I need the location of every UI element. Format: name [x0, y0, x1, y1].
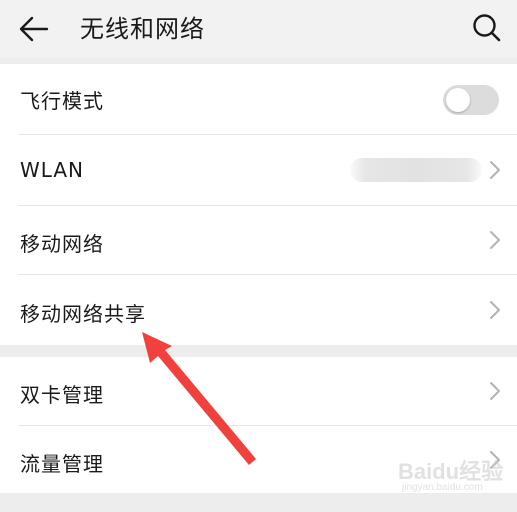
- wlan-label: WLAN: [20, 158, 85, 182]
- chevron-right-icon: [490, 231, 500, 249]
- mobile-network-row[interactable]: 移动网络: [0, 206, 517, 274]
- title-bar: 无线和网络: [0, 0, 517, 58]
- tethering-row[interactable]: 移动网络共享: [0, 275, 517, 345]
- chevron-right-icon: [490, 161, 500, 179]
- chevron-right-icon: [490, 382, 500, 400]
- back-button[interactable]: [14, 11, 54, 47]
- airplane-mode-row[interactable]: 飞行模式: [0, 64, 517, 134]
- chevron-right-icon: [490, 451, 500, 469]
- mobile-network-label: 移动网络: [20, 232, 104, 256]
- dual-sim-row[interactable]: 双卡管理: [0, 357, 517, 425]
- data-usage-row[interactable]: 流量管理: [0, 426, 517, 493]
- chevron-right-icon: [490, 301, 500, 319]
- tethering-label: 移动网络共享: [20, 302, 146, 326]
- page-title: 无线和网络: [80, 15, 205, 43]
- wlan-network-name-redacted: [350, 158, 482, 182]
- search-icon: [473, 14, 501, 42]
- arrow-left-icon: [19, 16, 49, 42]
- airplane-mode-toggle[interactable]: [443, 85, 499, 115]
- search-button[interactable]: [469, 10, 505, 46]
- dual-sim-label: 双卡管理: [20, 383, 104, 407]
- toggle-knob: [446, 88, 470, 112]
- airplane-mode-label: 飞行模式: [20, 89, 104, 113]
- data-usage-label: 流量管理: [20, 452, 104, 476]
